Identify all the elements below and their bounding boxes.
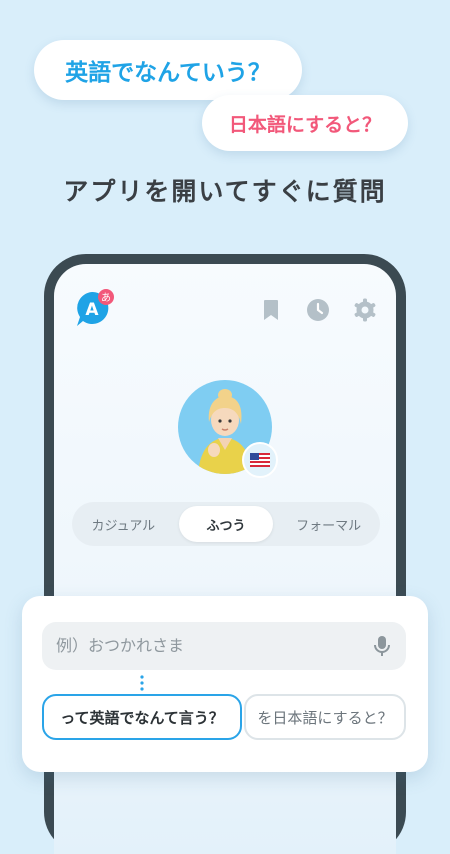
app-logo-badge: あ	[101, 292, 111, 304]
history-clock-icon[interactable]	[306, 298, 330, 322]
tone-selector: カジュアル ふつう フォーマル	[72, 502, 380, 546]
bookmark-icon[interactable]	[259, 298, 283, 322]
language-flag-badge[interactable]	[242, 442, 278, 478]
settings-gear-icon[interactable]	[353, 298, 377, 322]
promo-bubble-english-text: 英語でなんていう？	[65, 60, 271, 86]
promo-bubble-english: 英語でなんていう？	[34, 40, 302, 100]
promo-bubble-japanese-text: 日本語にすると？	[228, 113, 382, 136]
tone-option-casual[interactable]: カジュアル	[76, 506, 171, 542]
suggestion-chip-japanese[interactable]: を日本語にすると？	[244, 694, 406, 740]
tone-option-normal[interactable]: ふつう	[178, 506, 274, 542]
query-input-placeholder: 例）おつかれさま	[56, 636, 185, 655]
us-flag-icon	[250, 453, 270, 467]
suggestion-chip-english[interactable]: って英語でなんて言う？	[42, 694, 242, 740]
promo-headline: アプリを開いてすぐに質問	[63, 177, 387, 206]
connector-dots-icon	[140, 675, 144, 691]
app-logo-icon: A あ	[77, 289, 114, 326]
query-card: 例）おつかれさま って英語でなんて言う？ を日本語にすると？	[22, 596, 428, 772]
query-input[interactable]: 例）おつかれさま	[42, 622, 406, 670]
tone-option-formal[interactable]: フォーマル	[281, 506, 376, 542]
promo-bubble-japanese: 日本語にすると？	[202, 95, 408, 151]
app-logo-letter: A	[85, 300, 99, 320]
microphone-icon[interactable]	[370, 634, 394, 658]
